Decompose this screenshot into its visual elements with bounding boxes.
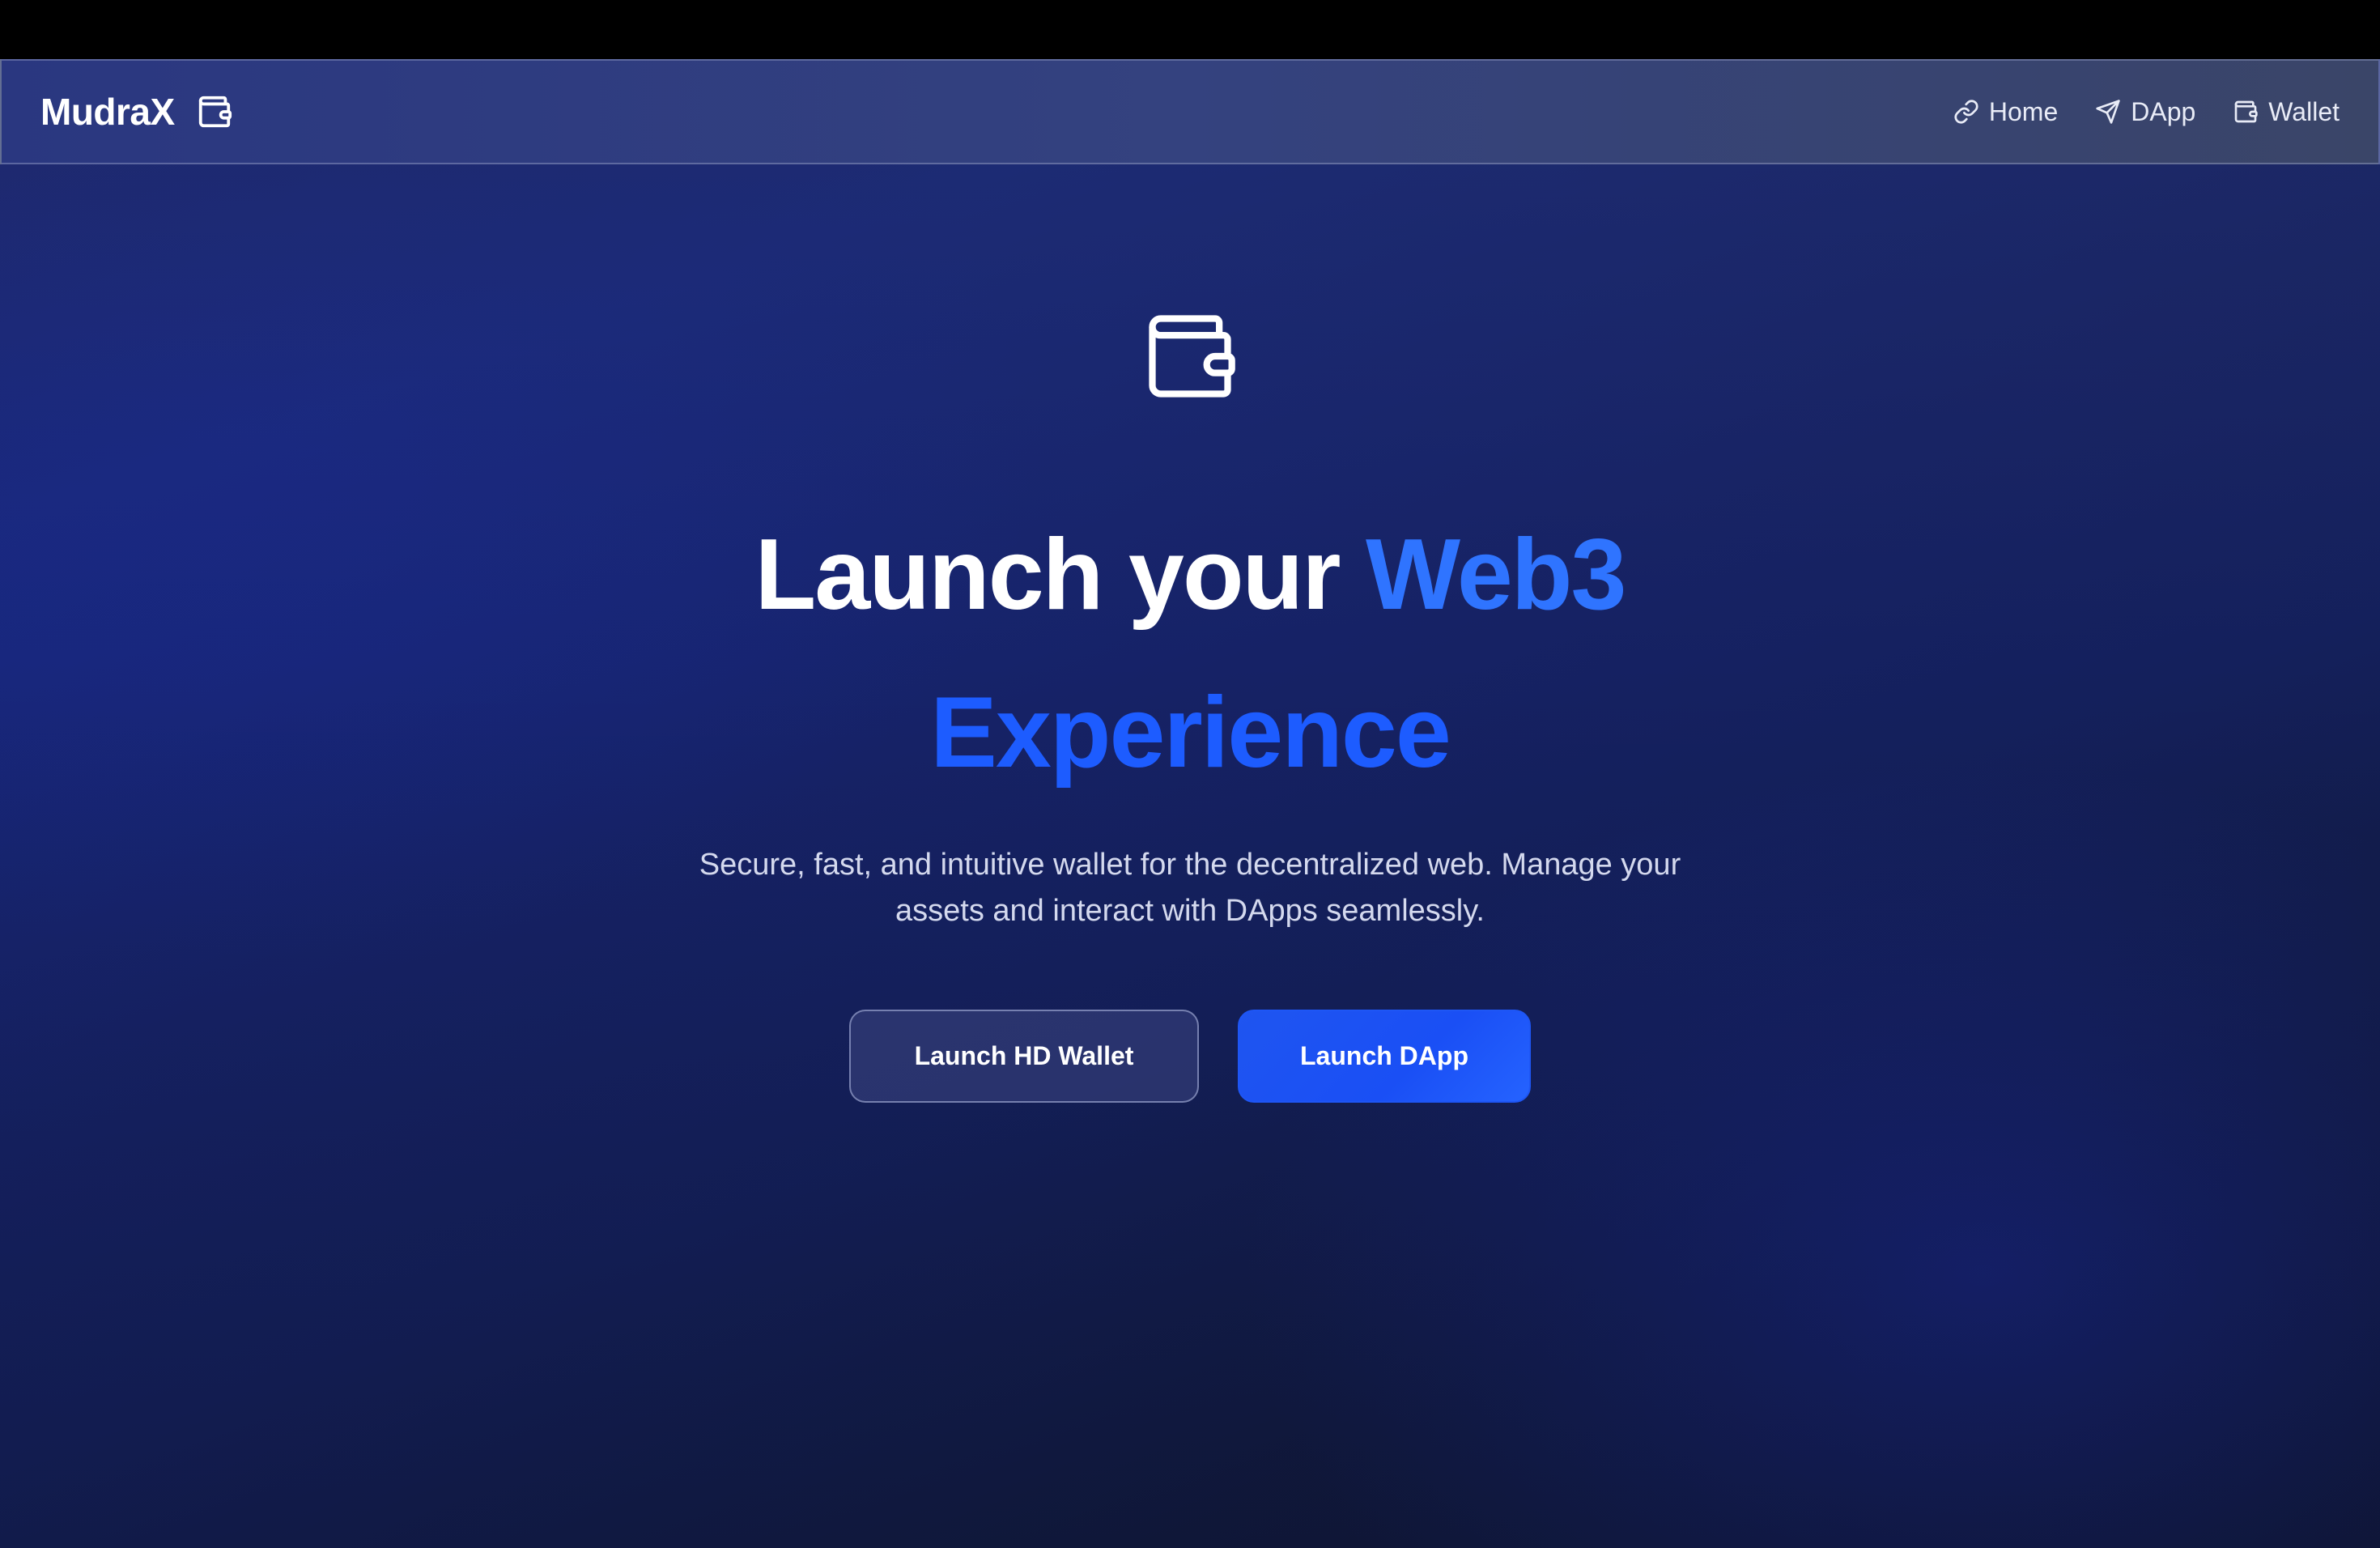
wallet-icon <box>196 93 233 130</box>
navbar: MudraX Home DApp Wallet <box>0 59 2380 164</box>
hero-title-line-1: Launch your Web3 <box>0 525 2380 625</box>
hero-actions: Launch HD Wallet Launch DApp <box>0 1010 2380 1103</box>
launch-hd-wallet-button[interactable]: Launch HD Wallet <box>849 1010 1199 1103</box>
send-icon <box>2095 99 2121 125</box>
hero-subtitle-line-1: Secure, fast, and intuitive wallet for t… <box>699 848 1681 882</box>
brand-name: MudraX <box>40 91 175 133</box>
hero-title-white: Launch your <box>754 519 1341 631</box>
nav-link-wallet[interactable]: Wallet <box>2233 97 2340 127</box>
nav-link-dapp[interactable]: DApp <box>2095 97 2195 127</box>
hero-subtitle: Secure, fast, and intuitive wallet for t… <box>664 842 1716 934</box>
hero-title-line-2: Experience <box>0 683 2380 783</box>
hero-title-accent-web3: Web3 <box>1366 519 1626 631</box>
hero-section: Launch your Web3 Experience Secure, fast… <box>0 59 2380 1548</box>
wallet-icon <box>2233 99 2259 125</box>
brand[interactable]: MudraX <box>40 90 233 134</box>
screen: Launch your Web3 Experience Secure, fast… <box>0 0 2380 1548</box>
nav-links: Home DApp Wallet <box>1953 97 2340 127</box>
link-icon <box>1953 99 1979 125</box>
nav-link-wallet-label: Wallet <box>2268 96 2340 126</box>
hero-subtitle-line-2: assets and interact with DApps seamlessl… <box>895 894 1485 928</box>
hero-title-accent-experience: Experience <box>930 677 1451 789</box>
wallet-icon <box>1140 306 1240 406</box>
nav-link-dapp-label: DApp <box>2131 96 2196 126</box>
launch-dapp-button[interactable]: Launch DApp <box>1238 1010 1531 1103</box>
nav-link-home-label: Home <box>1988 96 2059 126</box>
top-black-bar <box>0 0 2380 59</box>
landing-page: Launch your Web3 Experience Secure, fast… <box>0 59 2380 1548</box>
nav-link-home[interactable]: Home <box>1953 97 2058 127</box>
